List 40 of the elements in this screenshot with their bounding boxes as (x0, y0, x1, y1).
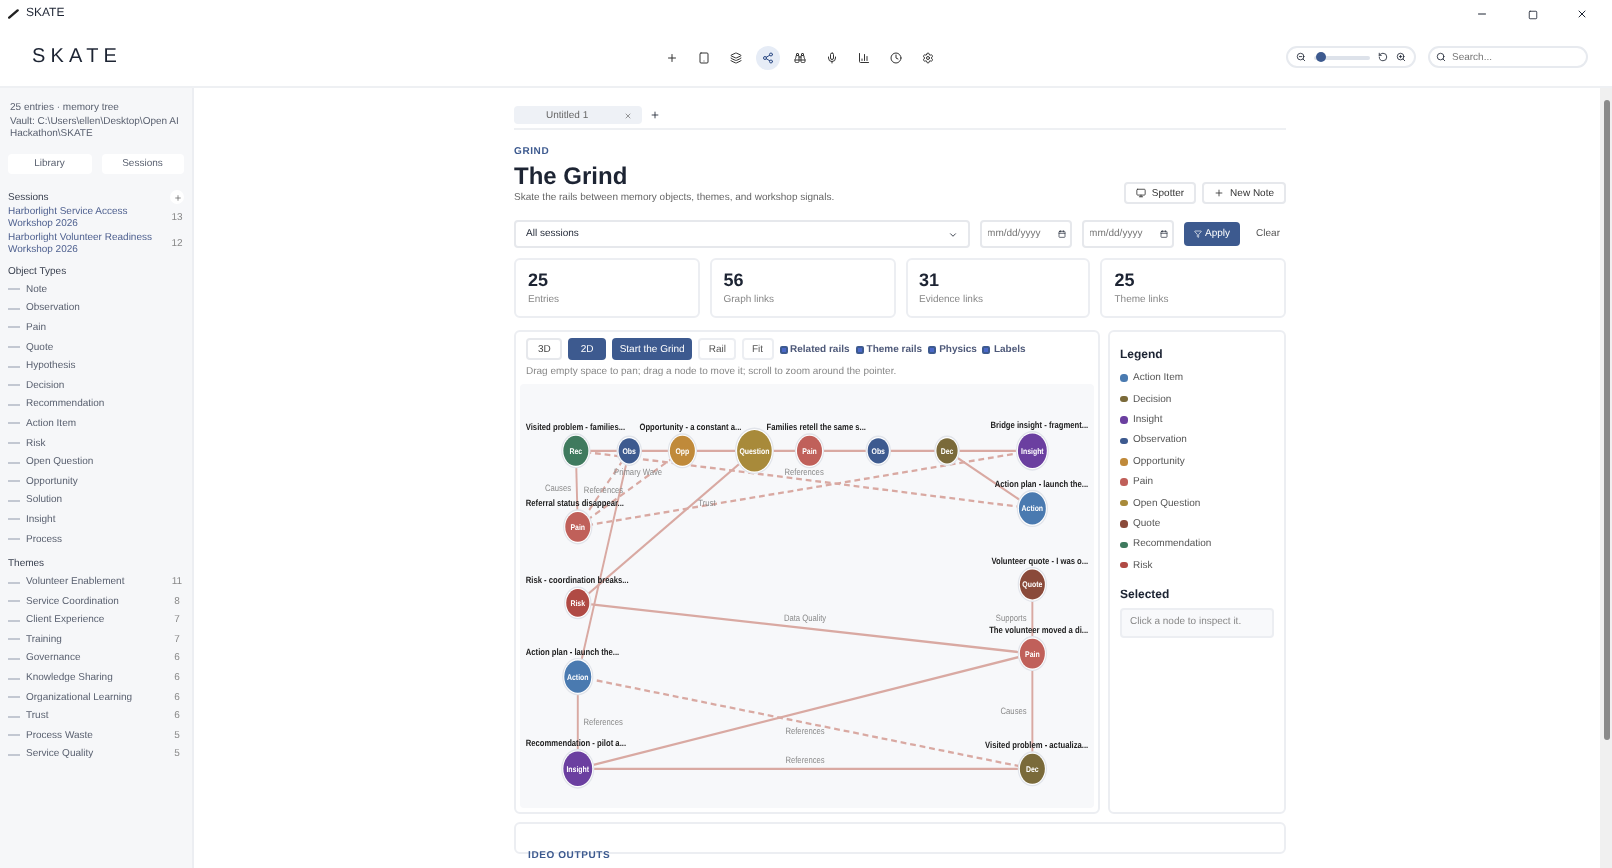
toolbar-button[interactable] (724, 46, 748, 70)
zoom-out-icon[interactable] (1296, 52, 1306, 62)
new-tab-icon[interactable] (650, 110, 660, 120)
maximize-icon[interactable] (1527, 9, 1537, 19)
minimize-icon[interactable] (1476, 8, 1488, 20)
stat-value: 25 (1114, 270, 1137, 290)
reset-icon[interactable] (1378, 52, 1388, 62)
stat-value: 56 (723, 270, 746, 290)
binoculars-icon (794, 52, 806, 64)
plus-icon (1214, 188, 1225, 198)
app-logo: SKATE (32, 46, 123, 68)
checkbox[interactable] (928, 345, 937, 353)
microphone-icon (826, 52, 838, 64)
settings-icon (922, 52, 934, 64)
share-nodes-icon (762, 52, 774, 64)
calendar-icon[interactable] (1057, 230, 1066, 238)
search-icon (1436, 52, 1446, 62)
scrollbar-thumb[interactable] (1603, 100, 1609, 740)
bar-chart-icon (858, 52, 870, 64)
filter-icon (1193, 230, 1202, 238)
checkbox[interactable] (779, 345, 788, 353)
page-title: The Grind (514, 162, 630, 190)
zoom-in-icon[interactable] (1396, 52, 1406, 62)
tablet-icon (698, 52, 710, 64)
close-icon[interactable] (1576, 8, 1588, 20)
zoom-slider-thumb[interactable] (1315, 51, 1326, 61)
plus-icon (666, 52, 678, 64)
chevron-down-icon (947, 229, 958, 239)
calendar-icon[interactable] (1159, 230, 1168, 238)
skateboard-icon (8, 8, 20, 20)
stat-value: 25 (528, 270, 551, 290)
toolbar-button[interactable] (756, 46, 780, 70)
layers-icon (730, 52, 742, 64)
checkbox[interactable] (855, 345, 864, 353)
plus-icon (173, 193, 181, 201)
clock-icon (890, 52, 902, 64)
monitor-icon (1135, 188, 1146, 198)
stat-value: 31 (919, 270, 942, 290)
toolbar-button[interactable] (884, 46, 908, 70)
checkbox[interactable] (982, 345, 991, 353)
